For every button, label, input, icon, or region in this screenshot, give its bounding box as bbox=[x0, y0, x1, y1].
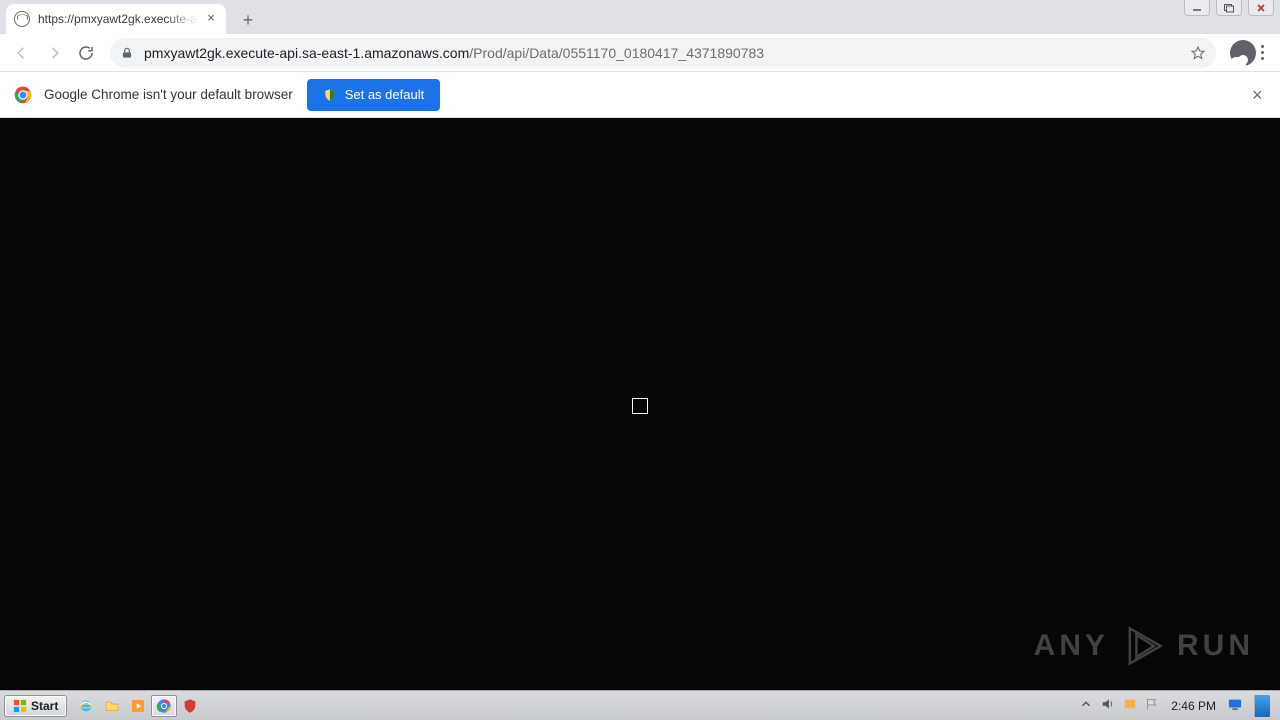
play-icon bbox=[1121, 624, 1165, 668]
infobar-close-icon[interactable]: × bbox=[1252, 88, 1266, 102]
set-as-default-button[interactable]: Set as default bbox=[307, 79, 441, 111]
shield-icon bbox=[323, 88, 337, 102]
browser-window: https://pmxyawt2gk.execute-api.sa… × + bbox=[0, 0, 1280, 690]
window-controls bbox=[1184, 0, 1274, 16]
tray-chevron-icon[interactable] bbox=[1079, 697, 1093, 714]
taskbar-ie-icon[interactable] bbox=[73, 695, 99, 717]
chrome-icon bbox=[14, 86, 32, 104]
show-desktop-button[interactable] bbox=[1254, 695, 1270, 717]
tab-title: https://pmxyawt2gk.execute-api.sa… bbox=[38, 12, 198, 26]
page-content: ANY RUN bbox=[0, 118, 1280, 690]
tray-volume-icon[interactable] bbox=[1101, 697, 1115, 714]
bookmark-star-icon[interactable] bbox=[1190, 45, 1206, 61]
tray-clock[interactable]: 2:46 PM bbox=[1171, 699, 1216, 713]
tray-monitor-icon[interactable] bbox=[1228, 697, 1242, 714]
watermark-right: RUN bbox=[1177, 629, 1254, 663]
infobar-message: Google Chrome isn't your default browser bbox=[44, 87, 293, 102]
url-text: pmxyawt2gk.execute-api.sa-east-1.amazona… bbox=[144, 45, 1182, 61]
watermark-left: ANY bbox=[1034, 629, 1109, 663]
address-bar[interactable]: pmxyawt2gk.execute-api.sa-east-1.amazona… bbox=[110, 38, 1216, 68]
forward-button[interactable] bbox=[38, 37, 70, 69]
maximize-button[interactable] bbox=[1216, 0, 1242, 16]
minimize-button[interactable] bbox=[1184, 0, 1210, 16]
taskbar-shield-icon[interactable] bbox=[177, 695, 203, 717]
browser-toolbar: pmxyawt2gk.execute-api.sa-east-1.amazona… bbox=[0, 34, 1280, 72]
new-tab-button[interactable]: + bbox=[234, 6, 262, 34]
loading-indicator bbox=[632, 398, 648, 414]
tray-flag-icon[interactable] bbox=[1145, 697, 1159, 714]
titlebar: https://pmxyawt2gk.execute-api.sa… × + bbox=[0, 0, 1280, 34]
default-browser-infobar: Google Chrome isn't your default browser… bbox=[0, 72, 1280, 118]
lock-icon bbox=[120, 46, 134, 60]
tab-active[interactable]: https://pmxyawt2gk.execute-api.sa… × bbox=[6, 4, 226, 34]
close-tab-icon[interactable]: × bbox=[204, 12, 218, 26]
taskbar-media-icon[interactable] bbox=[125, 695, 151, 717]
globe-icon bbox=[14, 11, 30, 27]
profile-avatar[interactable] bbox=[1224, 40, 1250, 66]
start-button[interactable]: Start bbox=[4, 695, 67, 717]
back-button[interactable] bbox=[6, 37, 38, 69]
set-as-default-label: Set as default bbox=[345, 87, 425, 102]
system-tray: 2:46 PM bbox=[1073, 695, 1276, 717]
tab-strip: https://pmxyawt2gk.execute-api.sa… × + bbox=[0, 0, 262, 34]
taskbar: Start 2:46 PM bbox=[0, 690, 1280, 720]
close-window-button[interactable] bbox=[1248, 0, 1274, 16]
reload-button[interactable] bbox=[70, 37, 102, 69]
anyrun-watermark: ANY RUN bbox=[1034, 624, 1254, 668]
windows-logo-icon bbox=[13, 699, 27, 713]
start-label: Start bbox=[31, 699, 58, 713]
taskbar-chrome-icon[interactable] bbox=[151, 695, 177, 717]
taskbar-explorer-icon[interactable] bbox=[99, 695, 125, 717]
tray-security-icon[interactable] bbox=[1123, 697, 1137, 714]
